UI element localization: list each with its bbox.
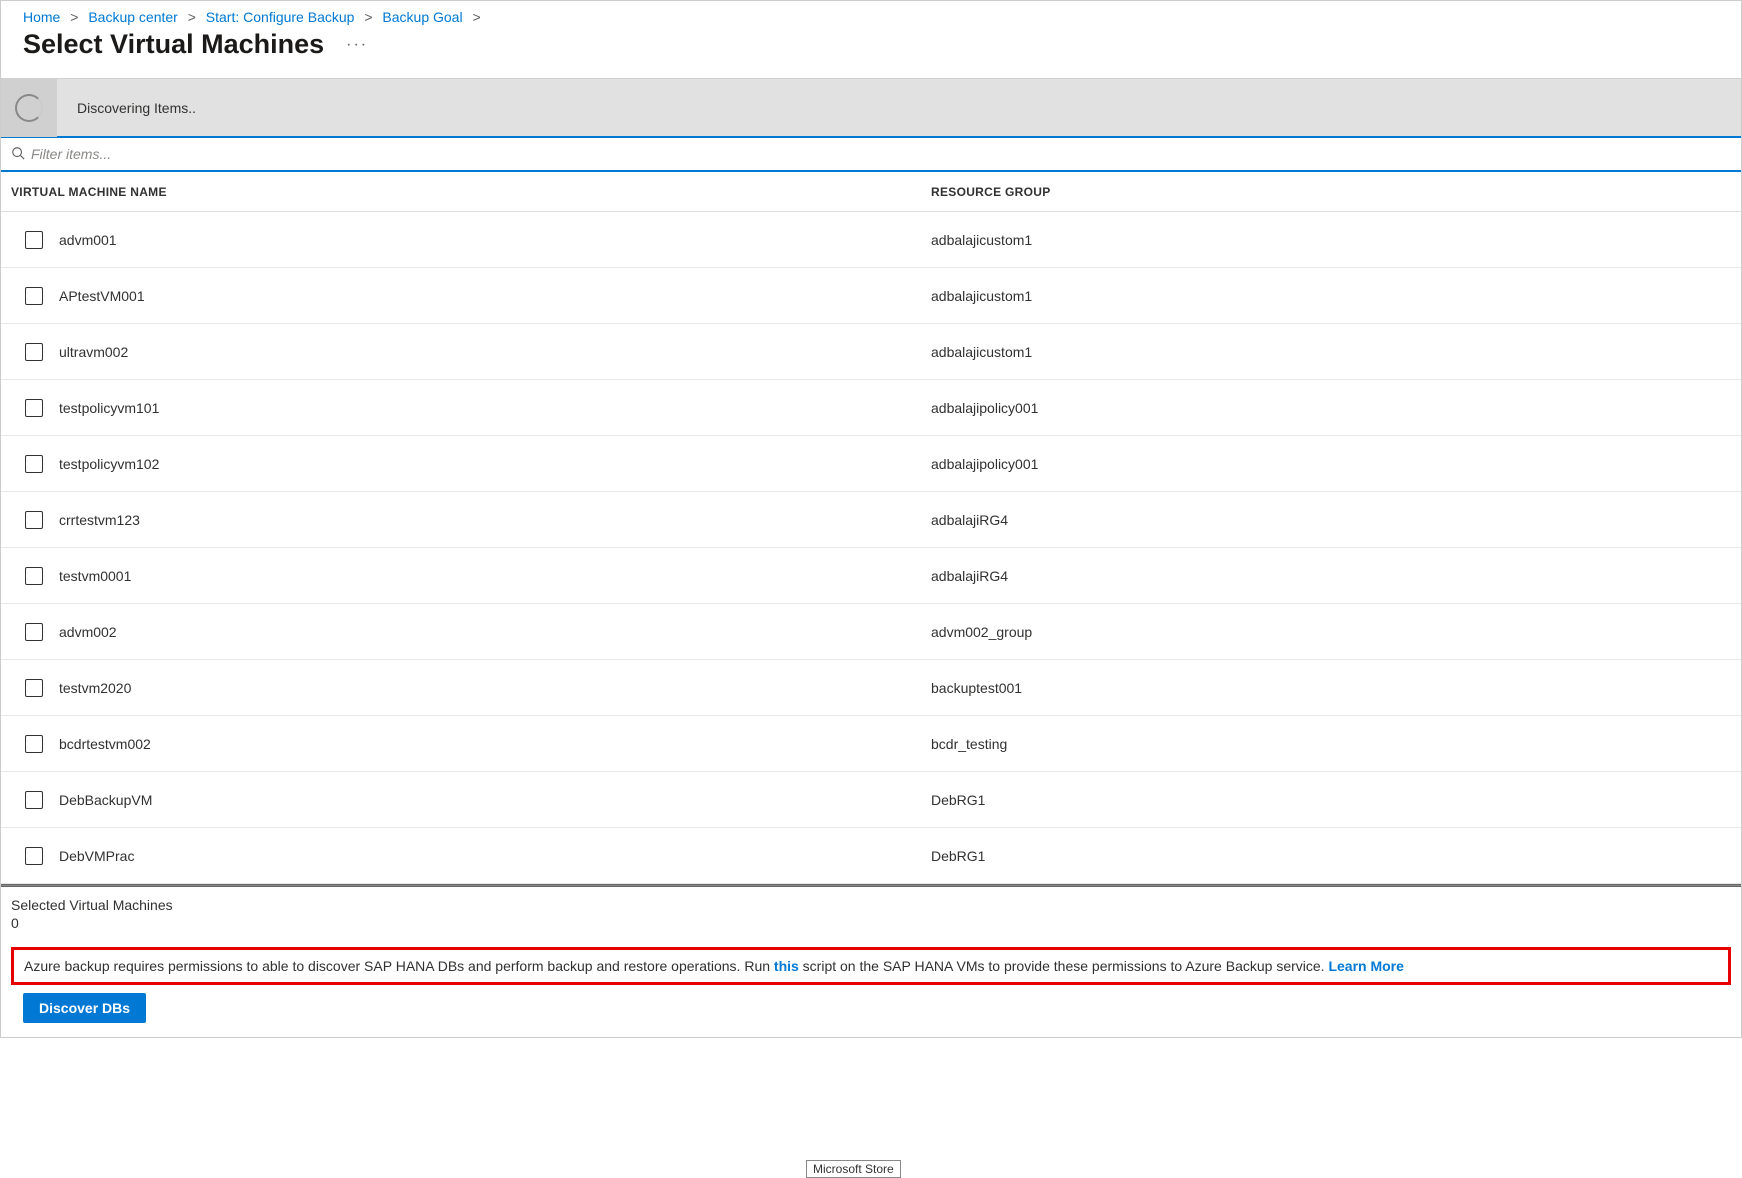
checkbox[interactable] <box>25 343 43 361</box>
search-icon <box>11 146 25 163</box>
table-row[interactable]: DebBackupVM DebRG1 <box>1 772 1741 828</box>
notice-text-middle: script on the SAP HANA VMs to provide th… <box>799 958 1329 974</box>
table-row[interactable]: ultravm002 adbalajicustom1 <box>1 324 1741 380</box>
resource-group: adbalajiRG4 <box>931 512 1731 528</box>
vm-name: DebBackupVM <box>59 792 152 808</box>
vm-name: ultravm002 <box>59 344 128 360</box>
resource-group: adbalajiRG4 <box>931 568 1731 584</box>
table-row[interactable]: bcdrtestvm002 bcdr_testing <box>1 716 1741 772</box>
checkbox[interactable] <box>25 847 43 865</box>
resource-group: bcdr_testing <box>931 736 1731 752</box>
filter-row <box>1 136 1741 172</box>
chevron-right-icon: > <box>188 9 196 25</box>
status-text: Discovering Items.. <box>57 100 196 116</box>
table-row[interactable]: advm002 advm002_group <box>1 604 1741 660</box>
checkbox[interactable] <box>25 791 43 809</box>
resource-group: DebRG1 <box>931 848 1731 864</box>
resource-group: backuptest001 <box>931 680 1731 696</box>
vm-name: advm002 <box>59 624 117 640</box>
vm-name: testpolicyvm102 <box>59 456 159 472</box>
checkbox[interactable] <box>25 623 43 641</box>
vm-name: crrtestvm123 <box>59 512 140 528</box>
breadcrumb: Home > Backup center > Start: Configure … <box>1 1 1741 29</box>
vm-name: APtestVM001 <box>59 288 145 304</box>
resource-group: advm002_group <box>931 624 1731 640</box>
notice-link-learn-more[interactable]: Learn More <box>1328 958 1403 974</box>
resource-group: adbalajipolicy001 <box>931 400 1731 416</box>
table-row[interactable]: DebVMPrac DebRG1 <box>1 828 1741 884</box>
table-row[interactable]: testvm2020 backuptest001 <box>1 660 1741 716</box>
chevron-right-icon: > <box>364 9 372 25</box>
vm-name: advm001 <box>59 232 117 248</box>
status-bar: Discovering Items.. <box>1 78 1741 136</box>
resource-group: adbalajicustom1 <box>931 344 1731 360</box>
spinner-icon <box>15 94 43 122</box>
notice-text-prefix: Azure backup requires permissions to abl… <box>24 958 774 974</box>
checkbox[interactable] <box>25 511 43 529</box>
checkbox[interactable] <box>25 735 43 753</box>
checkbox[interactable] <box>25 287 43 305</box>
notice-box: Azure backup requires permissions to abl… <box>11 947 1731 985</box>
checkbox[interactable] <box>25 231 43 249</box>
page-title: Select Virtual Machines <box>23 29 324 60</box>
table-header: VIRTUAL MACHINE NAME RESOURCE GROUP <box>1 172 1741 212</box>
checkbox[interactable] <box>25 679 43 697</box>
breadcrumb-link-configure-backup[interactable]: Start: Configure Backup <box>206 9 355 25</box>
column-header-resource-group[interactable]: RESOURCE GROUP <box>931 185 1731 199</box>
table-row[interactable]: crrtestvm123 adbalajiRG4 <box>1 492 1741 548</box>
filter-input[interactable] <box>31 146 1731 162</box>
vm-name: testpolicyvm101 <box>59 400 159 416</box>
vm-name: DebVMPrac <box>59 848 134 864</box>
spinner-box <box>1 79 57 137</box>
notice-link-this[interactable]: this <box>774 958 799 974</box>
tooltip: Microsoft Store <box>806 1160 901 1178</box>
selected-count: 0 <box>11 915 1731 931</box>
more-icon[interactable]: ··· <box>346 36 368 54</box>
table-row[interactable]: advm001 adbalajicustom1 <box>1 212 1741 268</box>
breadcrumb-link-home[interactable]: Home <box>23 9 60 25</box>
checkbox[interactable] <box>25 567 43 585</box>
table-row[interactable]: testpolicyvm102 adbalajipolicy001 <box>1 436 1741 492</box>
table-row[interactable]: testvm0001 adbalajiRG4 <box>1 548 1741 604</box>
chevron-right-icon: > <box>70 9 78 25</box>
vm-name: testvm2020 <box>59 680 131 696</box>
resource-group: adbalajicustom1 <box>931 232 1731 248</box>
resource-group: adbalajipolicy001 <box>931 456 1731 472</box>
selected-label: Selected Virtual Machines <box>11 897 1731 913</box>
resource-group: adbalajicustom1 <box>931 288 1731 304</box>
breadcrumb-link-backup-center[interactable]: Backup center <box>88 9 178 25</box>
discover-dbs-button[interactable]: Discover DBs <box>23 993 146 1023</box>
checkbox[interactable] <box>25 455 43 473</box>
column-header-vm-name[interactable]: VIRTUAL MACHINE NAME <box>11 185 931 199</box>
breadcrumb-link-backup-goal[interactable]: Backup Goal <box>382 9 462 25</box>
chevron-right-icon: > <box>472 9 480 25</box>
table-row[interactable]: APtestVM001 adbalajicustom1 <box>1 268 1741 324</box>
resource-group: DebRG1 <box>931 792 1731 808</box>
vm-name: testvm0001 <box>59 568 131 584</box>
checkbox[interactable] <box>25 399 43 417</box>
vm-name: bcdrtestvm002 <box>59 736 151 752</box>
table-row[interactable]: testpolicyvm101 adbalajipolicy001 <box>1 380 1741 436</box>
